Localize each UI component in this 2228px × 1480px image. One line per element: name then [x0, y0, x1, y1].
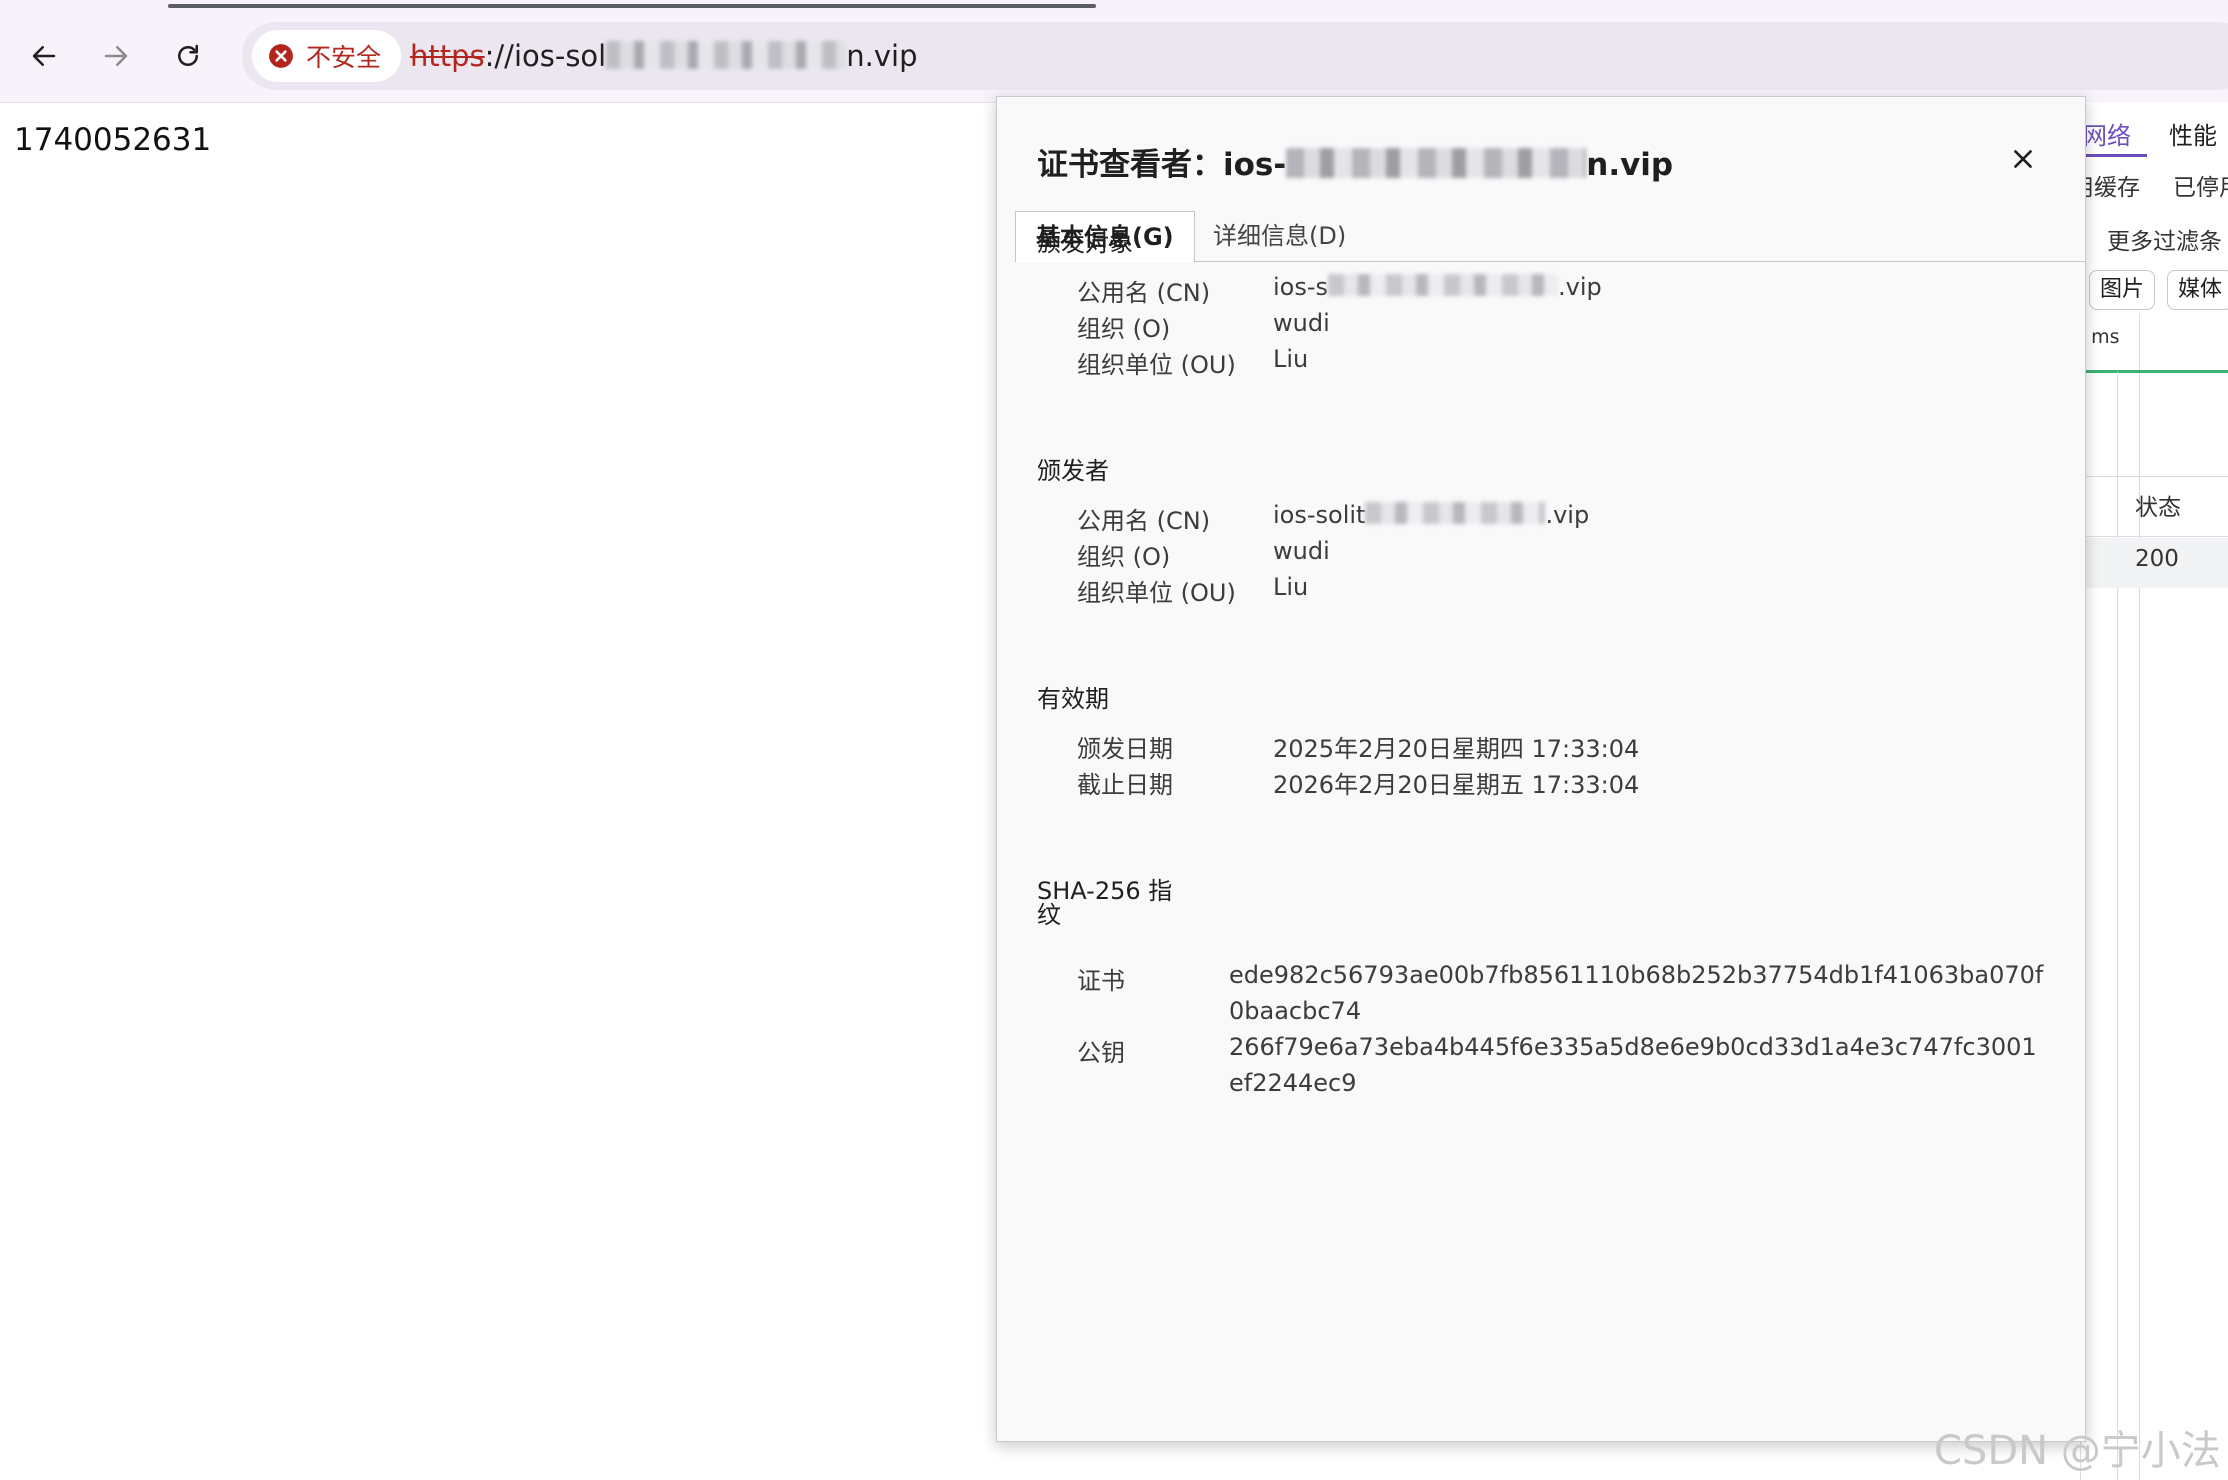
url-host-suffix: n.vip — [846, 39, 918, 73]
address-bar[interactable]: 不安全 https://ios-sol n.vip — [242, 22, 2228, 90]
disable-cache-checkbox[interactable]: 用缓存 — [2081, 168, 2140, 202]
issued-date-value: 2025年2月20日星期四 17:33:04 — [1273, 735, 1640, 763]
issued-by-o-label: 组织 (O) — [1077, 543, 1171, 571]
reload-icon — [178, 44, 198, 66]
page-body-text: 1740052631 — [14, 122, 212, 158]
issued-to-ou-label: 组织单位 (OU) — [1077, 351, 1236, 379]
issued-date-label: 颁发日期 — [1077, 735, 1173, 763]
issued-by-cn-label: 公用名 (CN) — [1077, 507, 1211, 535]
security-label: 不安全 — [306, 43, 382, 72]
redacted-blur — [1286, 147, 1587, 178]
devtools-tab-network[interactable]: 网络 — [2083, 116, 2131, 151]
url-text[interactable]: https://ios-sol n.vip — [410, 22, 917, 90]
close-icon — [2014, 150, 2032, 168]
expiry-date-value: 2026年2月20日星期五 17:33:04 — [1273, 771, 1640, 799]
row-status-value: 200 — [2135, 546, 2179, 572]
issued-to-ou-value: Liu — [1273, 345, 1309, 373]
redacted-blur — [1365, 502, 1546, 524]
key-fingerprint-value: 266f79e6a73eba4b445f6e335a5d8e6e9b0cd33d… — [1229, 1033, 2037, 1097]
url-scheme: https — [410, 39, 485, 73]
issued-to-cn-label: 公用名 (CN) — [1077, 279, 1211, 307]
issued-to-o-label: 组织 (O) — [1077, 315, 1171, 343]
section-issued-to-title: 颁发对象 — [1037, 227, 1133, 259]
issued-by-cn-suffix: .vip — [1545, 501, 1590, 529]
certificate-viewer-dialog: 证书查看者：ios-n.vip 基本信息(G) 详细信息(D) 颁发对象 公用名… — [996, 96, 2086, 1442]
section-issued-to-text: 颁发对象 — [1037, 229, 1133, 257]
close-button[interactable] — [2001, 137, 2045, 181]
forward-button[interactable] — [90, 30, 142, 82]
page-load-progress — [168, 4, 1096, 8]
dialog-title-suffix: n.vip — [1586, 147, 1674, 183]
devtools-tab-performance[interactable]: 性能 — [2169, 116, 2217, 151]
filter-media-chip[interactable]: 媒体 — [2167, 270, 2228, 310]
issued-by-ou-value: Liu — [1273, 573, 1309, 601]
redacted-blur — [1328, 274, 1559, 296]
table-row-border — [2081, 536, 2228, 537]
issued-by-cn-value: ios-solit .vip — [1273, 501, 1589, 529]
devtools-panel: 网络 性能 用缓存 已停用 更多过滤条 图片 媒体 0 ms 状态 200 — [2080, 102, 2228, 1480]
issued-by-ou-label: 组织单位 (OU) — [1077, 579, 1236, 607]
expiry-date-label: 截止日期 — [1077, 771, 1173, 799]
cert-fingerprint-value: ede982c56793ae00b7fb8561110b68b252b37754… — [1229, 961, 2044, 1025]
issued-by-cn-prefix: ios-solit — [1273, 501, 1366, 529]
issued-to-cn-prefix: ios-s — [1273, 273, 1329, 301]
watermark: CSDN @宁小法 — [1934, 1428, 2221, 1474]
filter-images-chip[interactable]: 图片 — [2089, 270, 2156, 310]
tab-details[interactable]: 详细信息(D) — [1193, 211, 1366, 261]
dialog-title-prefix: 证书查看者：ios- — [1037, 147, 1287, 183]
browser-toolbar: 不安全 https://ios-sol n.vip — [0, 0, 2228, 103]
url-separator: :// — [484, 39, 514, 73]
issued-by-o-value: wudi — [1273, 537, 1330, 565]
table-header-border — [2081, 476, 2228, 477]
security-chip[interactable]: 不安全 — [252, 30, 402, 82]
arrow-left-icon — [32, 46, 56, 66]
section-fingerprint-title: SHA-256 指 纹 — [1037, 875, 1172, 931]
not-secure-icon — [269, 44, 293, 68]
url-host-prefix: ios-sol — [513, 39, 607, 73]
timeline-bar — [2081, 370, 2228, 373]
issued-to-o-value: wudi — [1273, 309, 1330, 337]
throttle-select[interactable]: 已停用 — [2173, 168, 2228, 202]
section-validity-title: 有效期 — [1037, 685, 1109, 713]
arrow-right-icon — [104, 46, 128, 66]
section-issued-by-title: 颁发者 — [1037, 457, 1109, 485]
issued-to-cn-value: ios-s .vip — [1273, 273, 1602, 301]
reload-button[interactable] — [162, 30, 214, 82]
dialog-tabs: 基本信息(G) 详细信息(D) — [1015, 211, 2085, 263]
column-header-status[interactable]: 状态 — [2135, 488, 2181, 522]
cert-fingerprint-label: 证书 — [1077, 967, 1125, 995]
redacted-blur — [606, 41, 847, 69]
issued-to-cn-suffix: .vip — [1558, 273, 1602, 301]
back-button[interactable] — [18, 30, 70, 82]
more-filters-button[interactable]: 更多过滤条 — [2107, 222, 2222, 256]
active-tab-indicator — [2081, 154, 2147, 157]
key-fingerprint-label: 公钥 — [1077, 1039, 1125, 1067]
dialog-title: 证书查看者：ios-n.vip — [1037, 139, 1673, 184]
